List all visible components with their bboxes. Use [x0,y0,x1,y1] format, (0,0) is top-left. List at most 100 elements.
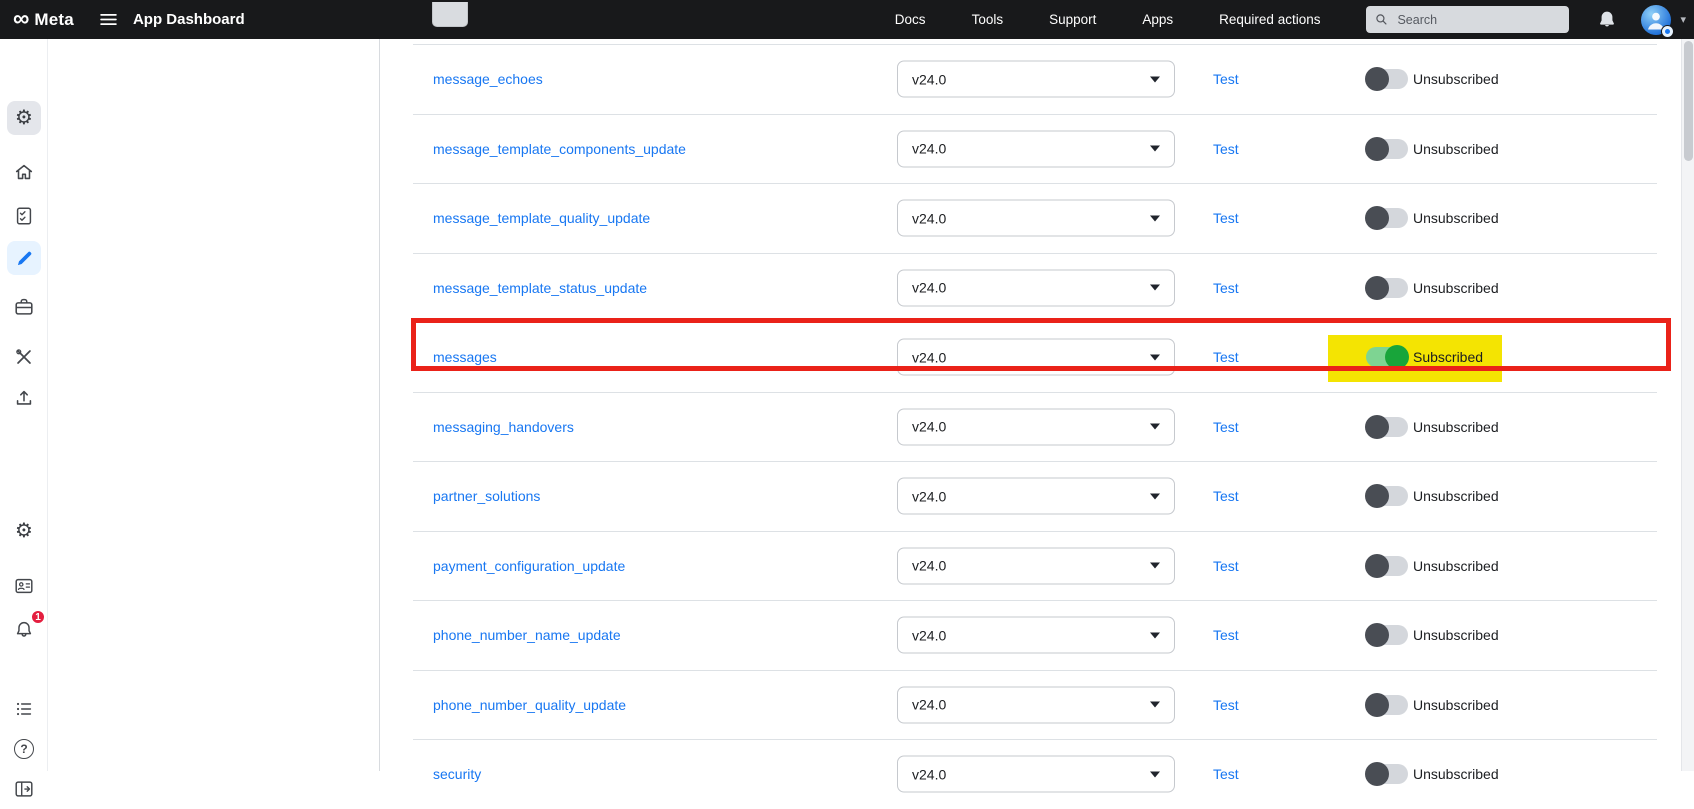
field-link[interactable]: message_template_components_update [433,141,686,157]
test-button[interactable]: Test [1213,71,1239,87]
version-select[interactable]: v24.0 [897,686,1175,724]
toggle-knob [1365,623,1389,648]
scrollbar-thumb[interactable] [1684,41,1693,161]
version-select[interactable]: v24.0 [897,199,1175,237]
sidebar-item-go-live[interactable] [7,381,41,415]
version-select[interactable]: v24.0 [897,130,1175,168]
search-box[interactable] [1366,6,1570,33]
pencil-icon [14,248,35,269]
sidebar-item-requirements[interactable] [7,199,41,233]
nav-required-actions[interactable]: Required actions [1219,12,1320,27]
subscribe-toggle[interactable] [1365,67,1408,92]
subscribe-toggle[interactable] [1365,206,1408,231]
notifications-bell-icon[interactable] [1597,10,1617,30]
status-label: Unsubscribed [1413,488,1499,505]
hamburger-menu-icon[interactable] [100,13,117,26]
status-label: Unsubscribed [1413,210,1499,227]
sidebar-item-home[interactable] [7,155,41,189]
subscribe-toggle[interactable] [1365,762,1408,787]
chevron-down-icon [1150,145,1160,152]
meta-logo[interactable]: ∞ Meta [0,5,74,31]
field-link[interactable]: payment_configuration_update [433,558,625,574]
nav-apps[interactable]: Apps [1142,12,1173,27]
sidebar-item-tools[interactable] [7,340,41,374]
version-value: v24.0 [912,627,947,644]
sidebar-item-edit-app[interactable] [7,241,41,275]
field-link[interactable]: phone_number_name_update [433,627,621,643]
chevron-down-icon [1150,284,1160,291]
test-button[interactable]: Test [1213,419,1239,435]
search-input[interactable] [1395,11,1556,28]
field-link[interactable]: message_echoes [433,71,543,87]
notification-count-badge: 1 [30,609,46,625]
sidebar-item-notifications[interactable]: 1 [7,609,46,647]
chevron-down-icon [1150,423,1160,430]
sidebar-item-activity-log[interactable] [7,692,41,726]
version-select[interactable]: v24.0 [897,477,1175,515]
nav-tools[interactable]: Tools [972,12,1004,27]
test-button[interactable]: Test [1213,558,1239,574]
test-button[interactable]: Test [1213,766,1239,782]
sidebar-item-app-icon[interactable]: ⚙ [7,101,41,135]
status-label: Unsubscribed [1413,140,1499,157]
version-select[interactable]: v24.0 [897,60,1175,98]
chevron-down-icon [1150,354,1160,361]
gear-icon: ⚙ [15,520,33,542]
arrow-up-tray-icon [13,387,35,409]
subscribe-toggle[interactable] [1365,623,1408,648]
chevron-down-icon[interactable]: ▾ [1680,13,1686,26]
table-row: messaging_handovers v24.0 Test Unsubscri… [413,391,1657,462]
test-button[interactable]: Test [1213,141,1239,157]
field-link[interactable]: messaging_handovers [433,419,574,435]
sidebar-item-app-roles[interactable] [7,290,41,324]
field-link[interactable]: phone_number_quality_update [433,697,626,713]
meta-infinity-icon: ∞ [13,5,30,31]
subscribe-toggle[interactable] [1365,553,1408,578]
nav-support[interactable]: Support [1049,12,1096,27]
subscribe-toggle[interactable] [1365,414,1408,439]
icon-sidebar: ⚙ ⚙ 1 ? [0,39,48,797]
nav-docs[interactable]: Docs [895,12,926,27]
version-select[interactable]: v24.0 [897,547,1175,585]
subscribe-toggle[interactable] [1365,484,1408,509]
version-value: v24.0 [912,696,947,713]
field-link[interactable]: message_template_quality_update [433,210,650,226]
version-select[interactable]: v24.0 [897,269,1175,307]
test-button[interactable]: Test [1213,280,1239,296]
test-button[interactable]: Test [1213,210,1239,226]
field-link[interactable]: messages [433,349,497,365]
toggle-knob [1385,345,1409,370]
sidebar-item-help[interactable]: ? [7,732,41,766]
vertical-scrollbar [1681,39,1694,771]
version-value: v24.0 [912,279,947,296]
version-select[interactable]: v24.0 [897,755,1175,793]
table-row: partner_solutions v24.0 Test Unsubscribe… [413,461,1657,531]
subscribe-toggle[interactable] [1366,345,1409,370]
test-button[interactable]: Test [1213,488,1239,504]
version-select[interactable]: v24.0 [897,408,1175,446]
table-row: message_template_quality_update v24.0 Te… [413,183,1657,253]
version-select[interactable]: v24.0 [897,616,1175,654]
sidebar-item-collapse[interactable] [7,772,41,806]
toggle-knob [1365,136,1389,161]
collapse-panel-icon [13,778,35,800]
sidebar-item-app-settings[interactable]: ⚙ [7,514,41,548]
version-select[interactable]: v24.0 [897,338,1175,376]
field-link[interactable]: security [433,766,481,782]
user-avatar[interactable] [1641,4,1675,38]
subscribe-toggle[interactable] [1365,136,1408,161]
version-value: v24.0 [912,418,947,435]
subscribe-toggle[interactable] [1365,275,1408,300]
sidebar-item-contact-card[interactable] [7,569,41,603]
test-button[interactable]: Test [1213,627,1239,643]
version-value: v24.0 [912,766,947,783]
subscribe-toggle[interactable] [1365,692,1408,717]
webhook-fields-table-area: message_echoes v24.0 Test Unsubscribed m… [381,39,1694,793]
question-mark-icon: ? [14,739,34,759]
checklist-document-icon [13,205,35,227]
field-link[interactable]: partner_solutions [433,488,540,504]
status-label: Unsubscribed [1413,71,1499,88]
test-button[interactable]: Test [1213,349,1239,365]
test-button[interactable]: Test [1213,697,1239,713]
field-link[interactable]: message_template_status_update [433,280,647,296]
